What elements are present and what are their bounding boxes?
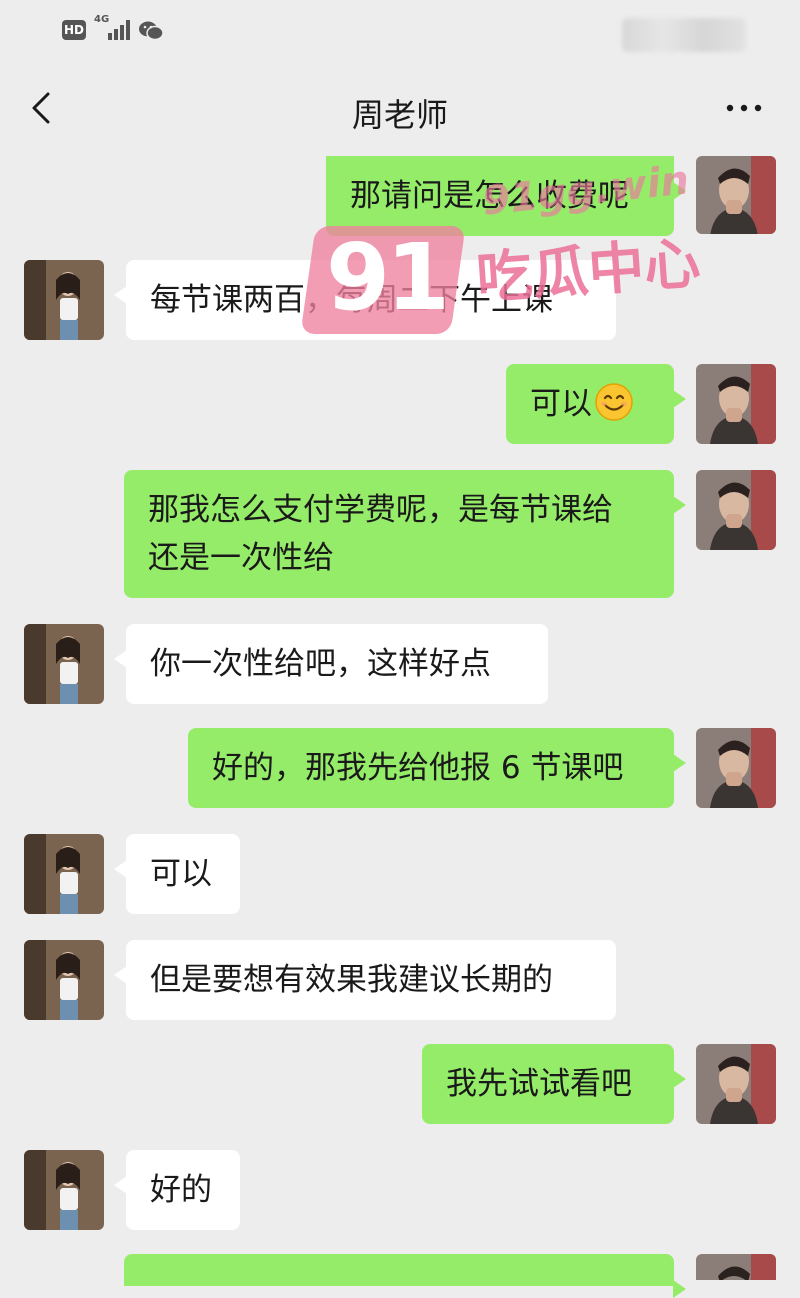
- message-text: 可以: [530, 386, 592, 422]
- more-options-icon[interactable]: [720, 92, 768, 124]
- blurred-status-info: [622, 18, 746, 52]
- my-avatar[interactable]: [696, 364, 776, 444]
- chat-title: 周老师: [351, 96, 448, 134]
- received-message-bubble[interactable]: 可以: [114, 834, 240, 914]
- contact-avatar[interactable]: [24, 1150, 104, 1230]
- contact-avatar[interactable]: [24, 624, 104, 704]
- message-text: 可以: [150, 856, 212, 892]
- received-message-bubble[interactable]: 好的: [114, 1150, 240, 1230]
- received-message-bubble[interactable]: 但是要想有效果我建议长期的: [114, 940, 616, 1020]
- message-text-line-1: 那我怎么支付学费呢，是每节课给: [148, 492, 613, 528]
- signal-strength-icon: [108, 20, 130, 40]
- hd-indicator: HD: [62, 20, 86, 40]
- my-avatar[interactable]: [696, 728, 776, 808]
- message-text: 你一次性给吧，这样好点: [150, 646, 491, 682]
- message-text: 我先试试看吧: [446, 1066, 632, 1102]
- smiling-face-emoji-icon: [595, 383, 633, 421]
- message-text-line-2: 还是一次性给: [148, 540, 334, 576]
- sent-message-bubble[interactable]: 那我怎么支付学费呢，是每节课给 还是一次性给: [124, 470, 686, 598]
- message-text: 那请问是怎么收费呢: [350, 178, 629, 214]
- message-text: 每节课两百，每周二下午上课: [150, 282, 553, 318]
- message-text: 好的: [150, 1172, 212, 1208]
- status-bar: HD 4G: [0, 0, 800, 62]
- my-avatar[interactable]: [696, 1044, 776, 1124]
- contact-avatar[interactable]: [24, 940, 104, 1020]
- contact-avatar[interactable]: [24, 260, 104, 340]
- sent-message-bubble[interactable]: 可以: [506, 364, 686, 444]
- received-message-bubble[interactable]: 每节课两百，每周二下午上课: [114, 260, 616, 340]
- received-message-bubble[interactable]: 你一次性给吧，这样好点: [114, 624, 548, 704]
- wechat-icon: [139, 21, 164, 41]
- my-avatar[interactable]: [696, 156, 776, 234]
- message-text: 好的，那我先给他报 6 节课吧: [212, 750, 624, 786]
- sent-message-bubble[interactable]: 那请问是怎么收费呢: [326, 156, 686, 236]
- my-avatar[interactable]: [696, 470, 776, 550]
- contact-avatar[interactable]: [24, 834, 104, 914]
- sent-message-bubble-partial[interactable]: [124, 1254, 686, 1298]
- sent-message-bubble[interactable]: 好的，那我先给他报 6 节课吧: [188, 728, 686, 808]
- my-avatar[interactable]: [696, 1254, 776, 1280]
- sent-message-bubble[interactable]: 我先试试看吧: [422, 1044, 686, 1124]
- chat-header: 周老师: [0, 62, 800, 156]
- message-text: 但是要想有效果我建议长期的: [150, 962, 553, 998]
